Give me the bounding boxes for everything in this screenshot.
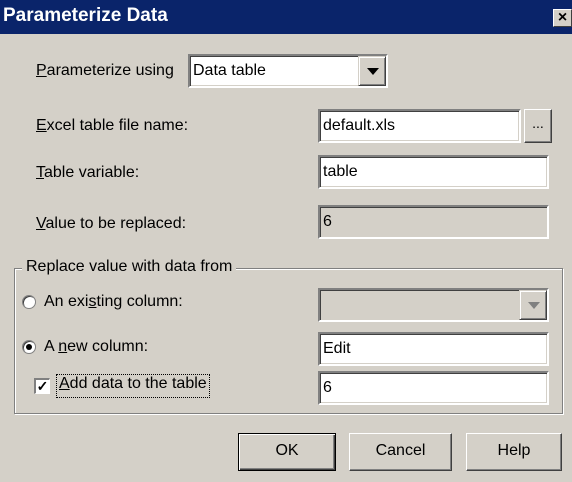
existing-column-label[interactable]: An existing column: [44,293,183,311]
add-data-value-input[interactable]: 6 [318,371,549,405]
parameterize-using-label: Parameterize using [36,62,174,79]
dropdown-arrow-icon[interactable] [358,56,386,86]
browse-button[interactable]: ... [524,109,552,143]
ok-button[interactable]: OK [238,433,336,471]
parameterize-using-value: Data table [193,62,266,79]
new-column-label[interactable]: A new column: [44,338,148,356]
table-variable-input[interactable]: table [318,155,549,189]
new-column-input[interactable]: Edit [318,332,549,366]
value-replaced-input: 6 [318,205,549,239]
cancel-button[interactable]: Cancel [349,433,452,471]
existing-column-radio[interactable] [22,295,36,309]
dropdown-arrow-icon [519,290,547,320]
window-title: Parameterize Data [3,5,168,26]
help-button[interactable]: Help [466,433,562,471]
add-data-label[interactable]: Add data to the table [56,374,210,398]
excel-file-input[interactable]: default.xls [318,109,521,143]
new-column-radio[interactable] [22,340,36,354]
add-data-checkbox[interactable]: ✓ [34,378,50,394]
title-bar: Parameterize Data × [0,0,572,34]
close-button[interactable]: × [553,9,572,27]
value-replaced-label: Value to be replaced: [36,215,187,232]
parameterize-using-dropdown[interactable]: Data table [188,54,388,88]
excel-file-label: Excel table file name: [36,117,189,134]
table-variable-label: Table variable: [36,164,140,181]
existing-column-dropdown [318,288,549,322]
replace-value-group-title: Replace value with data from [22,258,237,276]
